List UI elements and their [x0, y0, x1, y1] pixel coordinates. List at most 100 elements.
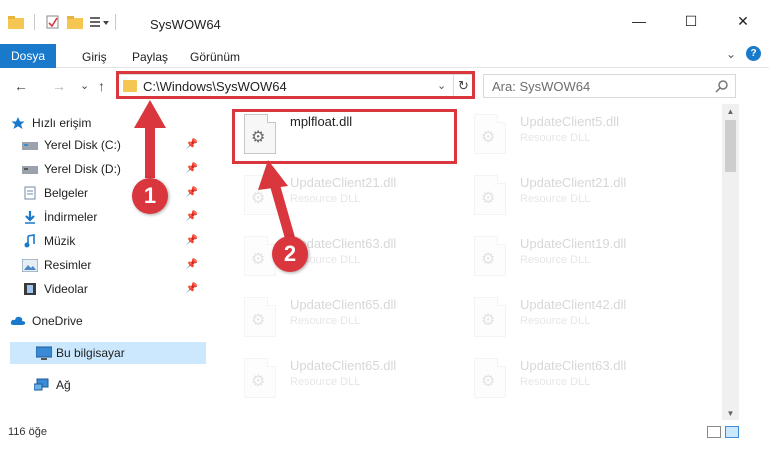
status-bar: 116 öğe — [0, 420, 769, 444]
scroll-thumb[interactable] — [725, 120, 736, 172]
search-placeholder: Ara: SysWOW64 — [492, 79, 591, 94]
address-highlight-box — [116, 71, 475, 99]
pictures-icon — [22, 258, 38, 272]
step-1-badge: 1 — [132, 178, 168, 214]
close-button[interactable]: ✕ — [717, 0, 769, 42]
pin-icon[interactable]: 📌 — [186, 139, 198, 150]
sidebar-item-videos[interactable]: Videolar 📌 — [22, 278, 206, 300]
gear-icon: ⚙ — [251, 251, 266, 268]
gear-icon: ⚙ — [251, 373, 266, 390]
sidebar-item-downloads[interactable]: İndirmeler 📌 — [22, 206, 206, 228]
new-folder-icon[interactable] — [67, 15, 83, 29]
file-tile[interactable]: ⚙ UpdateClient5.dll Resource DLL — [462, 106, 692, 162]
scroll-down-arrow[interactable]: ▼ — [722, 406, 739, 420]
up-button[interactable]: ↑ — [98, 78, 105, 94]
file-tile[interactable]: ⚙ UpdateClient63.dll Resource DLL — [462, 350, 692, 406]
sidebar-item-network[interactable]: Ağ — [34, 374, 206, 396]
tab-share[interactable]: Paylaş — [132, 50, 168, 64]
file-type: Resource DLL — [290, 193, 361, 205]
sidebar-item-quick-access[interactable]: Hızlı erişim — [10, 112, 206, 134]
pin-icon[interactable]: 📌 — [186, 283, 198, 294]
item-count: 116 öğe — [8, 426, 47, 438]
dll-file-icon: ⚙ — [474, 358, 506, 398]
sidebar-item-label: İndirmeler — [44, 210, 98, 224]
pin-icon[interactable]: 📌 — [186, 235, 198, 246]
file-tile[interactable]: ⚙ UpdateClient65.dll Resource DLL — [232, 350, 462, 406]
file-type: Resource DLL — [290, 315, 361, 327]
vertical-scrollbar[interactable]: ▲ ▼ — [722, 104, 739, 420]
sidebar-item-label: Yerel Disk (D:) — [44, 162, 121, 176]
toolbar-separator — [115, 14, 116, 30]
help-icon[interactable]: ? — [746, 46, 761, 61]
navigation-pane: Hızlı erişim Yerel Disk (C:) 📌 Yerel Dis… — [0, 104, 210, 420]
details-view-icon[interactable] — [707, 426, 721, 438]
sidebar-item-documents[interactable]: Belgeler 📌 — [22, 182, 206, 204]
tab-home[interactable]: Giriş — [82, 50, 107, 64]
folder-icon[interactable] — [8, 15, 24, 29]
pin-icon[interactable]: 📌 — [186, 211, 198, 222]
file-name: UpdateClient5.dll — [520, 114, 620, 129]
gear-icon: ⚙ — [251, 312, 266, 329]
scroll-up-arrow[interactable]: ▲ — [722, 104, 739, 118]
file-highlight-box — [232, 109, 457, 164]
sidebar-item-label: Hızlı erişim — [32, 116, 92, 130]
forward-button[interactable]: → — [52, 78, 66, 94]
sidebar-item-label: Ağ — [56, 378, 71, 392]
sidebar-item-this-pc[interactable]: Bu bilgisayar — [10, 342, 206, 364]
sidebar-item-local-disk-c[interactable]: Yerel Disk (C:) 📌 — [22, 134, 206, 156]
dll-file-icon: ⚙ — [244, 358, 276, 398]
minimize-button[interactable]: — — [613, 0, 665, 42]
drive-icon — [22, 162, 38, 176]
properties-icon[interactable] — [45, 15, 61, 29]
sidebar-item-label: Yerel Disk (C:) — [44, 138, 121, 152]
dll-file-icon: ⚙ — [474, 114, 506, 154]
file-tile[interactable]: ⚙ UpdateClient65.dll Resource DLL — [232, 289, 462, 345]
gear-icon: ⚙ — [481, 190, 496, 207]
tiles-view-icon[interactable] — [725, 426, 739, 438]
file-tile[interactable]: ⚙ UpdateClient63.dll Resource DLL — [232, 228, 462, 284]
step-2-badge: 2 — [272, 236, 308, 272]
cloud-icon — [10, 314, 26, 328]
sidebar-item-label: OneDrive — [32, 314, 83, 328]
file-tile[interactable]: ⚙ UpdateClient21.dll Resource DLL — [462, 167, 692, 223]
expand-ribbon-icon[interactable]: ⌄ — [726, 47, 736, 61]
ribbon-tabs: Dosya Giriş Paylaş Görünüm ⌄ ? — [0, 42, 769, 68]
dll-file-icon: ⚙ — [474, 236, 506, 276]
sidebar-item-label: Belgeler — [44, 186, 89, 200]
file-tile[interactable]: ⚙ UpdateClient19.dll Resource DLL — [462, 228, 692, 284]
search-input[interactable]: Ara: SysWOW64 — [483, 74, 736, 98]
dll-file-icon: ⚙ — [474, 175, 506, 215]
file-name: UpdateClient65.dll — [290, 358, 397, 373]
recent-locations-button[interactable]: ⌄ — [80, 79, 89, 92]
tab-file[interactable]: Dosya — [0, 44, 56, 68]
toolbar-separator — [34, 14, 35, 30]
sidebar-item-music[interactable]: Müzik 📌 — [22, 230, 206, 252]
sidebar-item-onedrive[interactable]: OneDrive — [10, 310, 206, 332]
gear-icon: ⚙ — [481, 129, 496, 146]
file-name: UpdateClient19.dll — [520, 236, 627, 251]
pin-icon[interactable]: 📌 — [186, 163, 198, 174]
sidebar-item-local-disk-d[interactable]: Yerel Disk (D:) 📌 — [22, 158, 206, 180]
customize-toolbar-icon[interactable] — [89, 15, 109, 29]
maximize-button[interactable]: ☐ — [665, 0, 717, 42]
dll-file-icon: ⚙ — [244, 297, 276, 337]
sidebar-item-label: Bu bilgisayar — [56, 346, 125, 360]
documents-icon — [22, 186, 38, 200]
pin-icon[interactable]: 📌 — [186, 259, 198, 270]
star-icon — [10, 116, 26, 130]
tab-view[interactable]: Görünüm — [190, 50, 240, 64]
file-tile[interactable]: ⚙ UpdateClient42.dll Resource DLL — [462, 289, 692, 345]
pin-icon[interactable]: 📌 — [186, 187, 198, 198]
file-type: Resource DLL — [520, 315, 591, 327]
network-icon — [34, 378, 50, 392]
sidebar-item-pictures[interactable]: Resimler 📌 — [22, 254, 206, 276]
file-tile[interactable]: ⚙ UpdateClient21.dll Resource DLL — [232, 167, 462, 223]
dll-file-icon: ⚙ — [474, 297, 506, 337]
gear-icon: ⚙ — [251, 190, 266, 207]
sidebar-item-label: Videolar — [44, 282, 88, 296]
search-icon — [715, 79, 729, 96]
drive-icon — [22, 138, 38, 152]
back-button[interactable]: ← — [14, 78, 28, 94]
file-name: UpdateClient65.dll — [290, 297, 397, 312]
window-controls: — ☐ ✕ — [613, 0, 769, 42]
